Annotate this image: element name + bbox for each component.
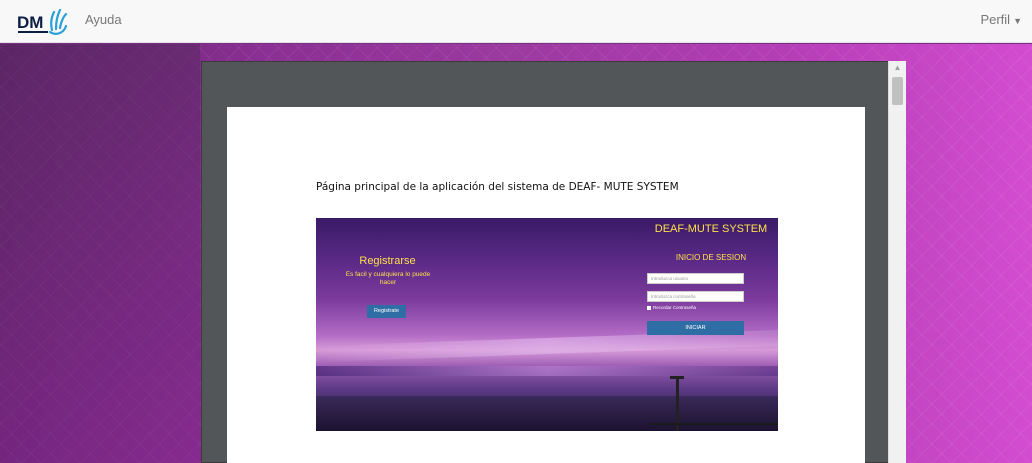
scroll-thumb[interactable]: [892, 77, 903, 105]
register-subtitle: Es facil y cualquiera lo puede hacer: [345, 271, 431, 286]
logo-text: DM: [17, 13, 43, 32]
remember-password: Recordar Contraseña: [647, 305, 696, 310]
checkbox-icon: [647, 305, 651, 310]
caret-down-icon: ▼: [1013, 16, 1022, 26]
app-title: DEAF-MUTE SYSTEM: [654, 223, 768, 235]
username-field: Introduzca usuario: [647, 273, 744, 284]
lamp-arm: [670, 376, 684, 379]
fence: [650, 423, 778, 427]
register-button: Registrate: [367, 305, 406, 318]
register-title: Registrarse: [359, 255, 416, 267]
viewer-scrollbar[interactable]: ▲: [888, 61, 906, 463]
scroll-up-arrow-icon[interactable]: ▲: [889, 61, 906, 75]
top-navbar: DM Ayuda Perfil ▼: [0, 0, 1032, 43]
remember-label: Recordar Contraseña: [653, 305, 697, 310]
document-caption: Página principal de la aplicación del si…: [316, 181, 679, 193]
login-button: INICIAR: [647, 321, 744, 335]
password-field: Introduzca contraseña: [647, 291, 744, 302]
profile-label: Perfil: [980, 12, 1011, 27]
background-overlay: [0, 44, 200, 463]
login-title: INICIO DE SESION: [675, 253, 747, 262]
embedded-app-screenshot: Registrarse Es facil y cualquiera lo pue…: [316, 218, 778, 431]
profile-menu[interactable]: Perfil ▼: [980, 12, 1022, 27]
help-link[interactable]: Ayuda: [85, 12, 122, 27]
dm-logo[interactable]: DM: [16, 6, 70, 36]
sky-streak: [316, 366, 778, 376]
